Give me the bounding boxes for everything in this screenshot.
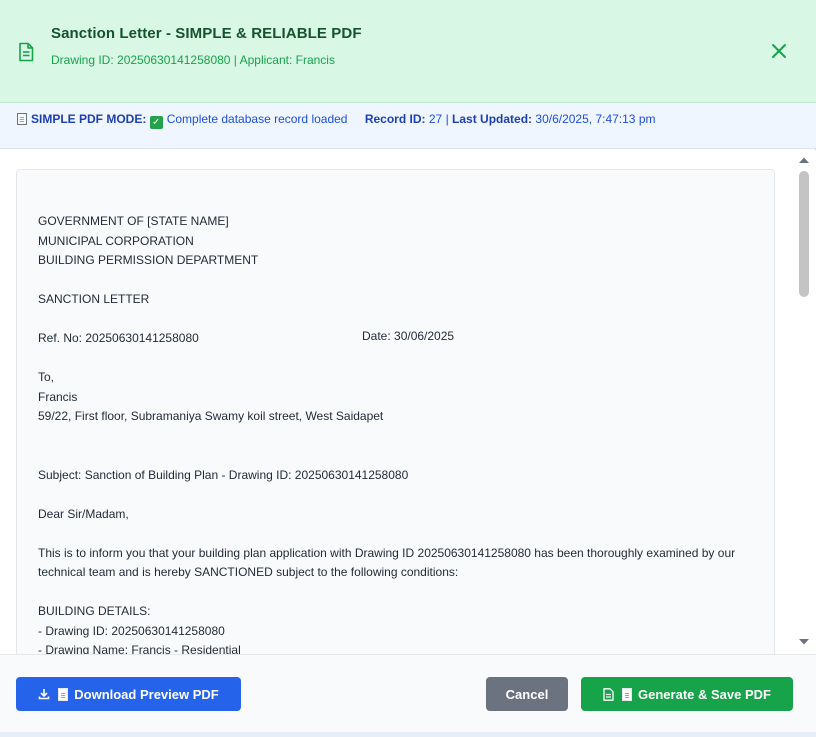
info-bar: SIMPLE PDF MODE: ✓ Complete database reco… [0,103,816,149]
updated-label: Last Updated: [452,112,533,126]
updated-value: 30/6/2025, 7:47:13 pm [535,112,656,126]
modal-subtitle: Drawing ID: 20250630141258080 | Applican… [51,53,335,67]
mode-status: Complete database record loaded [166,112,348,126]
letter-container: GOVERNMENT OF [STATE NAME] MUNICIPAL COR… [16,169,775,654]
download-icon [38,689,50,700]
scrollbar-thumb[interactable] [799,171,809,297]
document-icon [19,42,34,62]
document-icon [603,687,614,701]
page-icon [58,687,69,701]
modal-title: Sanction Letter - SIMPLE & RELIABLE PDF [51,25,362,42]
letter-date: Date: 30/06/2025 [362,329,455,343]
close-icon[interactable] [768,40,790,62]
cancel-button[interactable]: Cancel [486,677,568,711]
letter-preview-area[interactable]: GOVERNMENT OF [STATE NAME] MUNICIPAL COR… [0,150,816,654]
modal-footer: Download Preview PDF Cancel Generate & S… [0,654,816,737]
info-line: SIMPLE PDF MODE: ✓ Complete database reco… [17,112,655,129]
scroll-up-arrow-icon[interactable] [797,155,811,165]
record-label: Record ID: [364,112,426,126]
download-preview-button[interactable]: Download Preview PDF [16,677,241,711]
check-icon: ✓ [149,116,163,129]
page-icon [622,687,633,701]
download-preview-label: Download Preview PDF [74,686,219,702]
page-icon [17,113,27,125]
info-separator: | [445,112,449,126]
modal-header: Sanction Letter - SIMPLE & RELIABLE PDF … [0,0,816,103]
letter-content: GOVERNMENT OF [STATE NAME] MUNICIPAL COR… [38,214,736,654]
mode-label: SIMPLE PDF MODE: [31,112,147,126]
sanction-letter-modal: Sanction Letter - SIMPLE & RELIABLE PDF … [0,0,816,737]
generate-save-label: Generate & Save PDF [638,686,771,702]
generate-save-pdf-button[interactable]: Generate & Save PDF [581,677,793,711]
cancel-label: Cancel [505,686,549,702]
scroll-down-arrow-icon[interactable] [797,637,811,647]
record-value: 27 [428,112,443,126]
